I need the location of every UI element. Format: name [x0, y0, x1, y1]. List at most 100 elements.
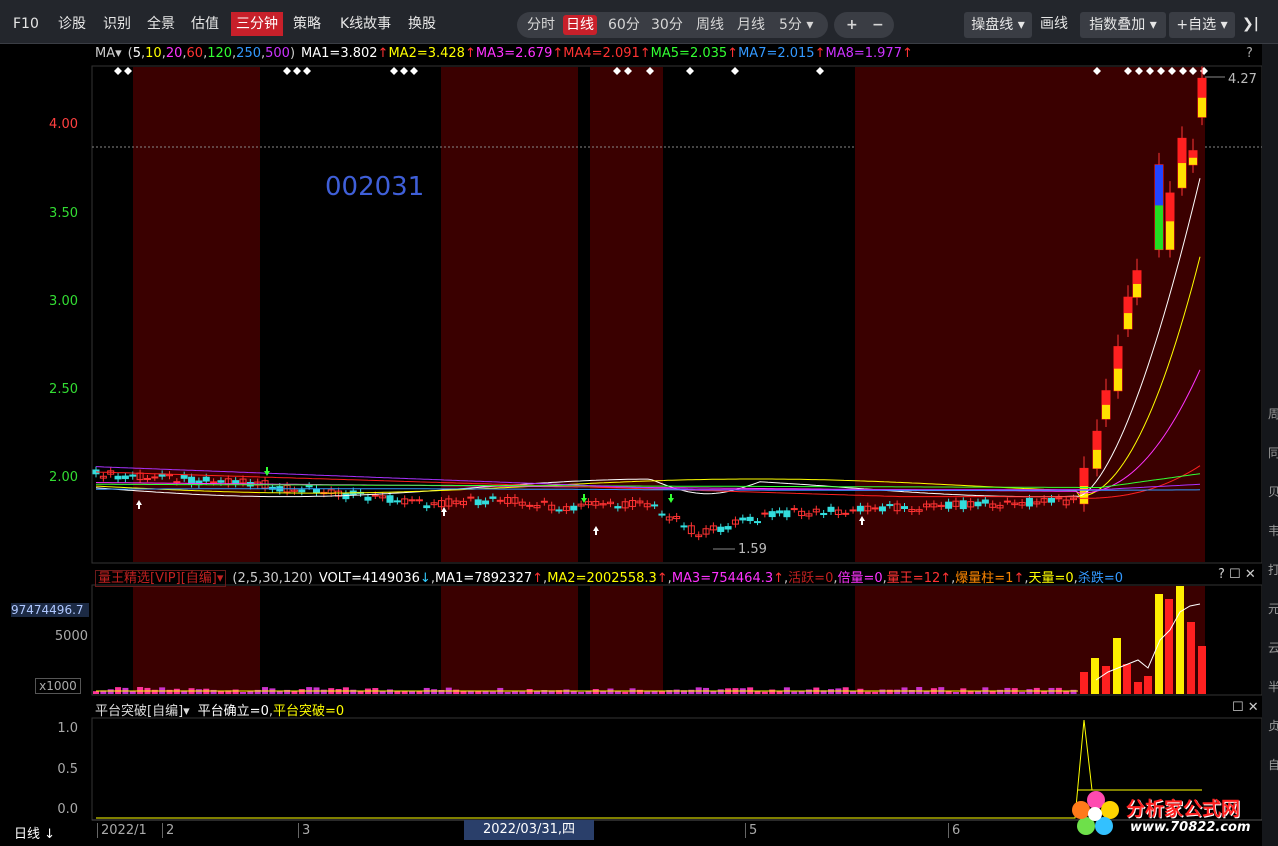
ma-up-arrow: ↑ [901, 46, 913, 61]
volume-bar [240, 691, 246, 694]
breakout-value: 平台突破=0 [272, 704, 345, 719]
signal-diamond-icon [410, 67, 418, 75]
candle-body [746, 516, 754, 522]
side-label: 周 [1268, 407, 1278, 421]
side-label: 贞 [1268, 719, 1278, 733]
candle-body-highlight [1124, 313, 1132, 329]
volume-unit-label: x1000 [35, 678, 81, 694]
volume-value: 天量=0 [1028, 571, 1074, 586]
candle-body [540, 500, 548, 503]
breakout-line [96, 719, 1202, 819]
volume-bar [805, 689, 812, 694]
volume-value: VOLT=4149036 [318, 571, 420, 586]
breakout-pane-controls[interactable]: ☐ ✕ [1232, 700, 1259, 715]
candle-body [202, 476, 210, 482]
kline-chart[interactable] [0, 0, 1278, 846]
price-tick: 3.00 [49, 294, 78, 309]
volume-indicator-name[interactable]: 量王精选[VIP][自编]▾ [95, 570, 227, 587]
volume-bar [394, 691, 401, 694]
cursor-date-label: 2022/03/31,四 [464, 820, 594, 840]
candle-body [129, 474, 137, 477]
volume-bar [754, 691, 761, 694]
volume-bar [298, 689, 305, 694]
volume-value: MA2=2002558.3 [547, 571, 657, 586]
ma-param: 500 [265, 46, 290, 61]
candle-body [959, 500, 967, 510]
candle-body [739, 517, 747, 521]
candle-body [871, 507, 879, 510]
candle-body [1048, 497, 1055, 503]
volume-bar [489, 691, 496, 694]
candle-body-highlight [1133, 283, 1141, 298]
volume-params: (2,5,30,120) [232, 571, 313, 586]
volume-bar [519, 691, 526, 694]
ma-value: MA3=2.679 [475, 46, 553, 61]
volume-value: 倍量=0 [837, 571, 883, 586]
side-label: 打 [1268, 563, 1278, 577]
volume-bar [717, 689, 724, 694]
candle-body-highlight [1102, 404, 1110, 419]
volume-bar [614, 691, 621, 694]
candle-body [474, 499, 482, 506]
volume-value-arrow: ↑ [1013, 571, 1025, 586]
ma-value: MA8=1.977 [825, 46, 902, 61]
volume-value-arrow: ↑ [656, 571, 668, 586]
side-label: 贝 [1268, 485, 1278, 499]
volume-bar [791, 691, 798, 694]
candle-body [901, 506, 908, 509]
volume-bar [1091, 658, 1099, 694]
watermark-url: www.70822.com [1130, 820, 1251, 835]
candle-body-highlight [1093, 449, 1101, 469]
volume-bar [195, 689, 202, 694]
volume-bar [526, 689, 533, 694]
date-tick: 5 [745, 823, 757, 838]
volume-bar [1080, 672, 1088, 694]
price-help-icon[interactable]: ? [1246, 46, 1253, 61]
period-selector[interactable]: 日线 ↓ [14, 823, 55, 842]
volume-bar [166, 689, 173, 694]
shade-zone-volume [855, 586, 1205, 694]
volume-bar [1113, 638, 1121, 694]
volume-bar [578, 691, 585, 694]
candle-body-highlight [1189, 157, 1197, 165]
candle-body [143, 477, 151, 480]
candle-body [313, 488, 320, 494]
candle-body [680, 525, 688, 528]
ma-up-arrow: ↑ [727, 46, 739, 61]
signal-diamond-icon [816, 67, 824, 75]
ma-up-arrow: ↑ [464, 46, 476, 61]
volume-value-arrow: ↑ [773, 571, 785, 586]
breakout-indicator-name[interactable]: 平台突破[自编]▾ [95, 704, 190, 719]
ma-param: 10 [145, 46, 162, 61]
volume-bar [864, 691, 871, 694]
volume-bar [710, 691, 717, 694]
volume-bar [886, 689, 893, 694]
volume-bar [431, 689, 438, 694]
down-arrow-icon [668, 494, 674, 503]
volume-bar [504, 691, 511, 694]
volume-bar [563, 689, 570, 694]
candle-body [761, 512, 769, 515]
volume-bar [658, 691, 665, 694]
candle-body [489, 496, 497, 499]
candle-body [151, 476, 159, 479]
shade-zone-price [133, 67, 260, 562]
candle-body [1055, 497, 1063, 500]
ma-value: MA5=2.035 [650, 46, 728, 61]
ma-indicator-name[interactable]: MA▾ [95, 46, 122, 61]
candle-body [415, 499, 423, 502]
volume-bar [1134, 682, 1142, 694]
ma-value: MA7=2.015 [738, 46, 815, 61]
volume-pane-controls[interactable]: ? ☐ ✕ [1218, 567, 1256, 582]
volume-bar [1041, 691, 1048, 694]
volume-bar [401, 691, 408, 694]
volume-bar [600, 691, 607, 694]
candle-body-highlight [1166, 221, 1174, 250]
watermark-logo: 分析家公式网 www.70822.com [1070, 788, 1260, 842]
down-arrow-icon [264, 467, 270, 476]
ma-up-arrow: ↑ [639, 46, 651, 61]
date-tick: 2022/1 [97, 823, 147, 838]
volume-bar [636, 689, 643, 694]
volume-bar [107, 689, 114, 694]
candle-body [482, 500, 490, 505]
